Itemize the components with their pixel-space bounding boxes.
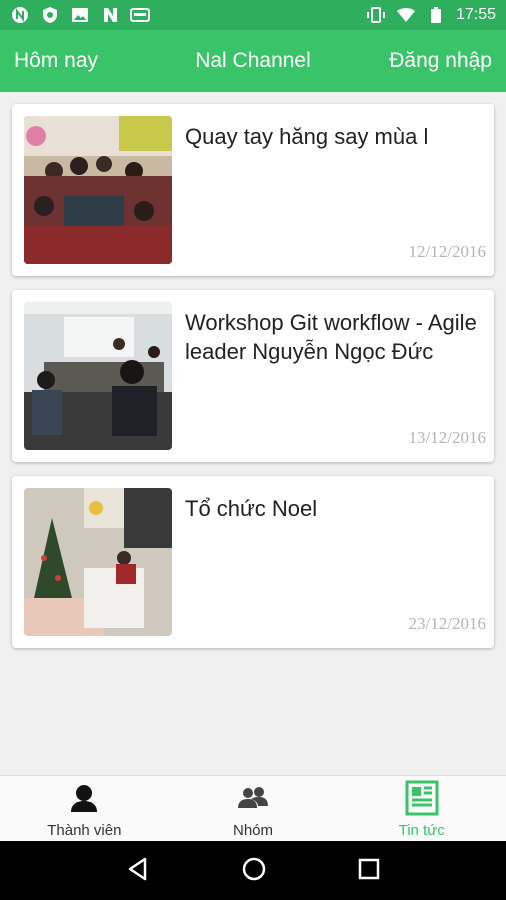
news-thumbnail <box>24 488 172 636</box>
group-icon <box>235 780 271 816</box>
image-icon <box>70 5 90 25</box>
n-icon <box>100 5 120 25</box>
vibrate-icon <box>366 5 386 25</box>
news-card[interactable]: Workshop Git workflow - Agile leader Ngu… <box>12 290 494 462</box>
news-title: Quay tay hăng say mùa l <box>185 124 429 149</box>
news-date: 13/12/2016 <box>408 428 486 447</box>
status-time: 17:55 <box>455 6 496 23</box>
card-icon <box>130 5 150 25</box>
today-button[interactable]: Hôm nay <box>14 49 98 73</box>
tab-news[interactable]: Tin tức <box>337 776 506 841</box>
tab-groups[interactable]: Nhóm <box>169 776 338 841</box>
bottom-nav: Thành viên Nhóm Tin tức <box>0 775 506 841</box>
status-bar: 17:55 <box>0 0 506 30</box>
news-list: Quay tay hăng say mùa l 12/12/2016 Works… <box>0 92 506 775</box>
news-date: 12/12/2016 <box>408 242 486 261</box>
recents-icon[interactable] <box>357 857 381 885</box>
news-icon <box>404 780 440 816</box>
tab-members[interactable]: Thành viên <box>0 776 169 841</box>
news-card[interactable]: Tổ chức Noel 23/12/2016 <box>12 476 494 648</box>
news-title: Tổ chức Noel <box>185 496 318 521</box>
app-bar: Hôm nay Nal Channel Đăng nhập <box>0 30 506 92</box>
login-button[interactable]: Đăng nhập <box>389 49 492 73</box>
news-card[interactable]: Quay tay hăng say mùa l 12/12/2016 <box>12 104 494 276</box>
app-title: Nal Channel <box>195 49 311 72</box>
news-date: 23/12/2016 <box>408 614 486 633</box>
battery-icon <box>426 5 446 25</box>
wifi-icon <box>396 5 416 25</box>
news-thumbnail <box>24 116 172 264</box>
home-icon[interactable] <box>241 856 267 886</box>
tab-news-label: Tin tức <box>398 822 445 839</box>
news-title: Workshop Git workflow - Agile leader Ngu… <box>185 310 477 364</box>
tab-groups-label: Nhóm <box>233 822 274 839</box>
system-nav-bar <box>0 841 506 900</box>
n-circle-icon <box>10 5 30 25</box>
tab-members-label: Thành viên <box>47 822 122 839</box>
back-icon[interactable] <box>125 856 151 886</box>
shield-icon <box>40 5 60 25</box>
news-thumbnail <box>24 302 172 450</box>
person-icon <box>66 780 102 816</box>
